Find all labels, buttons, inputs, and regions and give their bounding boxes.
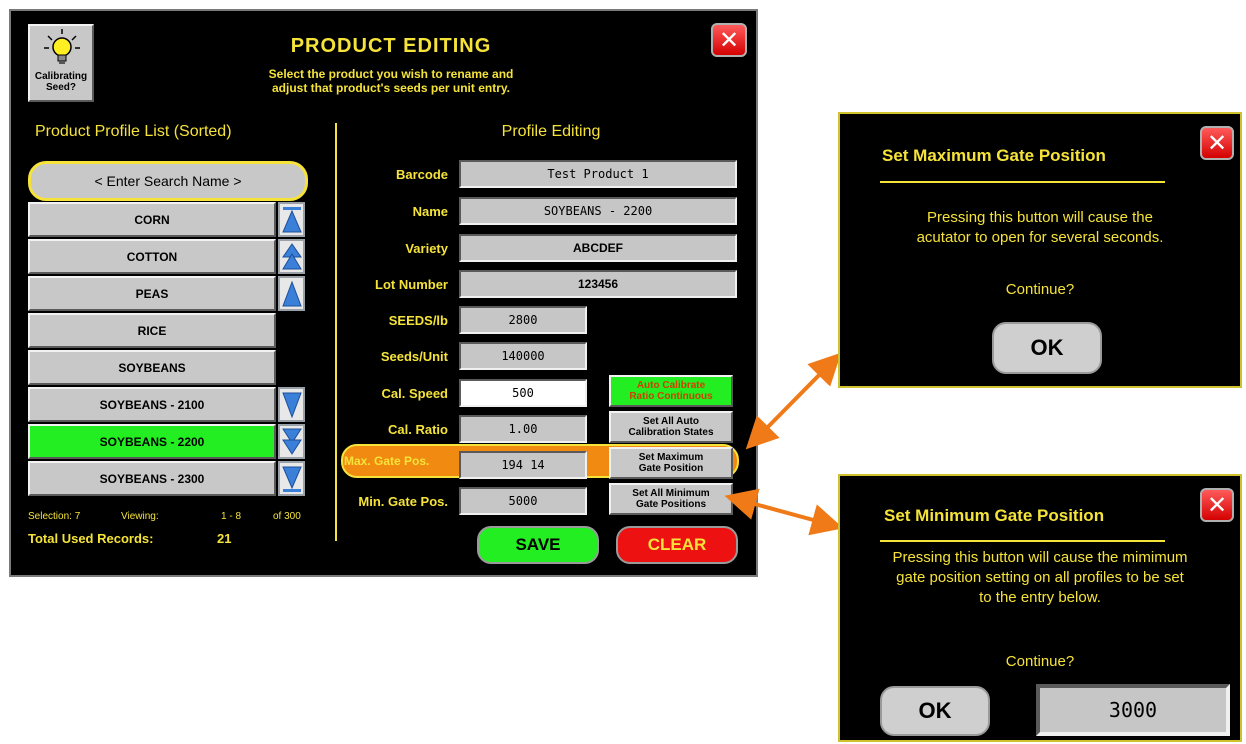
list-item[interactable]: COTTON <box>28 239 276 274</box>
ok-button[interactable]: OK <box>992 322 1102 374</box>
scroll-up-button[interactable] <box>278 276 305 311</box>
scroll-down-button[interactable] <box>278 387 305 422</box>
dialog-close-button[interactable]: ✕ <box>1200 126 1234 160</box>
min-gate-label: Min. Gate Pos. <box>358 494 448 509</box>
scroll-top-button[interactable] <box>278 202 305 237</box>
total-records-value: 21 <box>217 531 232 546</box>
calibrating-seed-button[interactable]: Calibrating Seed? <box>28 24 94 102</box>
set-maximum-gate-dialog: Set Maximum Gate Position ✕ Pressing thi… <box>838 112 1242 388</box>
search-input[interactable]: < Enter Search Name > <box>28 161 308 201</box>
close-icon: ✕ <box>718 26 740 54</box>
page-subtitle: Select the product you wish to rename an… <box>268 67 514 95</box>
dialog-continue: Continue? <box>1005 281 1075 298</box>
page-down-button[interactable] <box>278 424 305 459</box>
list-item[interactable]: SOYBEANS - 2100 <box>28 387 276 422</box>
list-item[interactable]: CORN <box>28 202 276 237</box>
min-gate-field[interactable]: 5000 <box>459 487 587 515</box>
cal-ratio-label: Cal. Ratio <box>388 422 448 437</box>
lot-number-field[interactable]: 123456 <box>459 270 737 298</box>
max-gate-field[interactable]: 194 14 <box>459 451 587 479</box>
chevron-down-icon <box>281 392 302 418</box>
dialog-title: Set Maximum Gate Position <box>882 146 1106 165</box>
list-item[interactable]: RICE <box>28 313 276 348</box>
profile-list-heading: Product Profile List (Sorted) <box>35 123 232 140</box>
close-icon: ✕ <box>1206 491 1228 519</box>
barcode-label: Barcode <box>395 167 448 182</box>
save-button[interactable]: SAVE <box>477 526 599 564</box>
set-all-auto-calibration-button[interactable]: Set All Auto Calibration States <box>609 411 733 443</box>
dialog-message: Pressing this button will cause the acut… <box>916 209 1164 246</box>
cal-speed-field[interactable]: 500 <box>459 379 587 407</box>
variety-field[interactable]: ABCDEF <box>459 234 737 262</box>
lot-number-label: Lot Number <box>375 277 448 292</box>
scroll-bottom-button[interactable] <box>278 461 305 496</box>
seeds-per-lb-label: SEEDS/lb <box>388 313 448 328</box>
page-up-button[interactable] <box>278 239 305 274</box>
set-maximum-gate-button[interactable]: Set Maximum Gate Position <box>609 447 733 479</box>
cal-ratio-field[interactable]: 1.00 <box>459 415 587 443</box>
list-item[interactable]: SOYBEANS <box>28 350 276 385</box>
minimum-gate-value-field[interactable]: 3000 <box>1036 684 1230 736</box>
cal-speed-label: Cal. Speed <box>381 386 448 401</box>
total-count: of 300 <box>273 511 301 522</box>
scroll-top-icon <box>281 206 302 232</box>
chevron-up-icon <box>281 280 302 306</box>
profile-editing-heading: Profile Editing <box>501 123 601 140</box>
viewing-label: Viewing: <box>121 511 159 522</box>
double-chevron-down-icon <box>281 428 302 455</box>
name-field[interactable]: SOYBEANS - 2200 <box>459 197 737 225</box>
selection-count: Selection: 7 <box>28 511 81 522</box>
total-records-label: Total Used Records: <box>28 531 154 546</box>
scroll-bottom-icon <box>281 466 302 492</box>
dialog-message: Pressing this button will cause the mimi… <box>892 549 1188 606</box>
product-list: CORN COTTON PEAS RICE SOYBEANS SOYBEANS … <box>28 202 328 497</box>
barcode-field[interactable]: Test Product 1 <box>459 160 737 188</box>
dialog-continue: Continue? <box>1005 653 1075 670</box>
dialog-title-underline <box>880 181 1165 183</box>
seeds-per-unit-field[interactable]: 140000 <box>459 342 587 370</box>
name-label: Name <box>412 204 448 219</box>
calibrating-label: Calibrating Seed? <box>34 71 88 93</box>
max-gate-label: Max. Gate Pos. <box>344 454 430 468</box>
close-icon: ✕ <box>1206 129 1228 157</box>
double-chevron-up-icon <box>281 242 302 269</box>
dialog-title: Set Minimum Gate Position <box>884 506 1105 525</box>
product-editing-panel: Calibrating Seed? PRODUCT EDITING Select… <box>9 9 758 577</box>
dialog-close-button[interactable]: ✕ <box>1200 488 1234 522</box>
seeds-per-unit-label: Seeds/Unit <box>380 349 448 364</box>
set-all-minimum-gate-button[interactable]: Set All Minimum Gate Positions <box>609 483 733 515</box>
list-item[interactable]: SOYBEANS - 2300 <box>28 461 276 496</box>
list-item[interactable]: PEAS <box>28 276 276 311</box>
list-item-selected[interactable]: SOYBEANS - 2200 <box>28 424 276 459</box>
auto-calibrate-toggle[interactable]: Auto Calibrate Ratio Continuous <box>609 375 733 407</box>
page-title: PRODUCT EDITING <box>290 35 492 57</box>
viewing-range: 1 - 8 <box>221 511 242 522</box>
set-minimum-gate-dialog: Set Minimum Gate Position ✕ Pressing thi… <box>838 474 1242 742</box>
close-button[interactable]: ✕ <box>711 23 747 57</box>
arrow-to-max-dialog <box>745 352 842 450</box>
dialog-title-underline <box>880 540 1165 542</box>
ok-button[interactable]: OK <box>880 686 990 736</box>
seeds-per-lb-field[interactable]: 2800 <box>459 306 587 334</box>
clear-button[interactable]: CLEAR <box>616 526 738 564</box>
variety-label: Variety <box>405 241 448 256</box>
lightbulb-icon <box>44 29 80 64</box>
column-divider <box>335 123 337 541</box>
